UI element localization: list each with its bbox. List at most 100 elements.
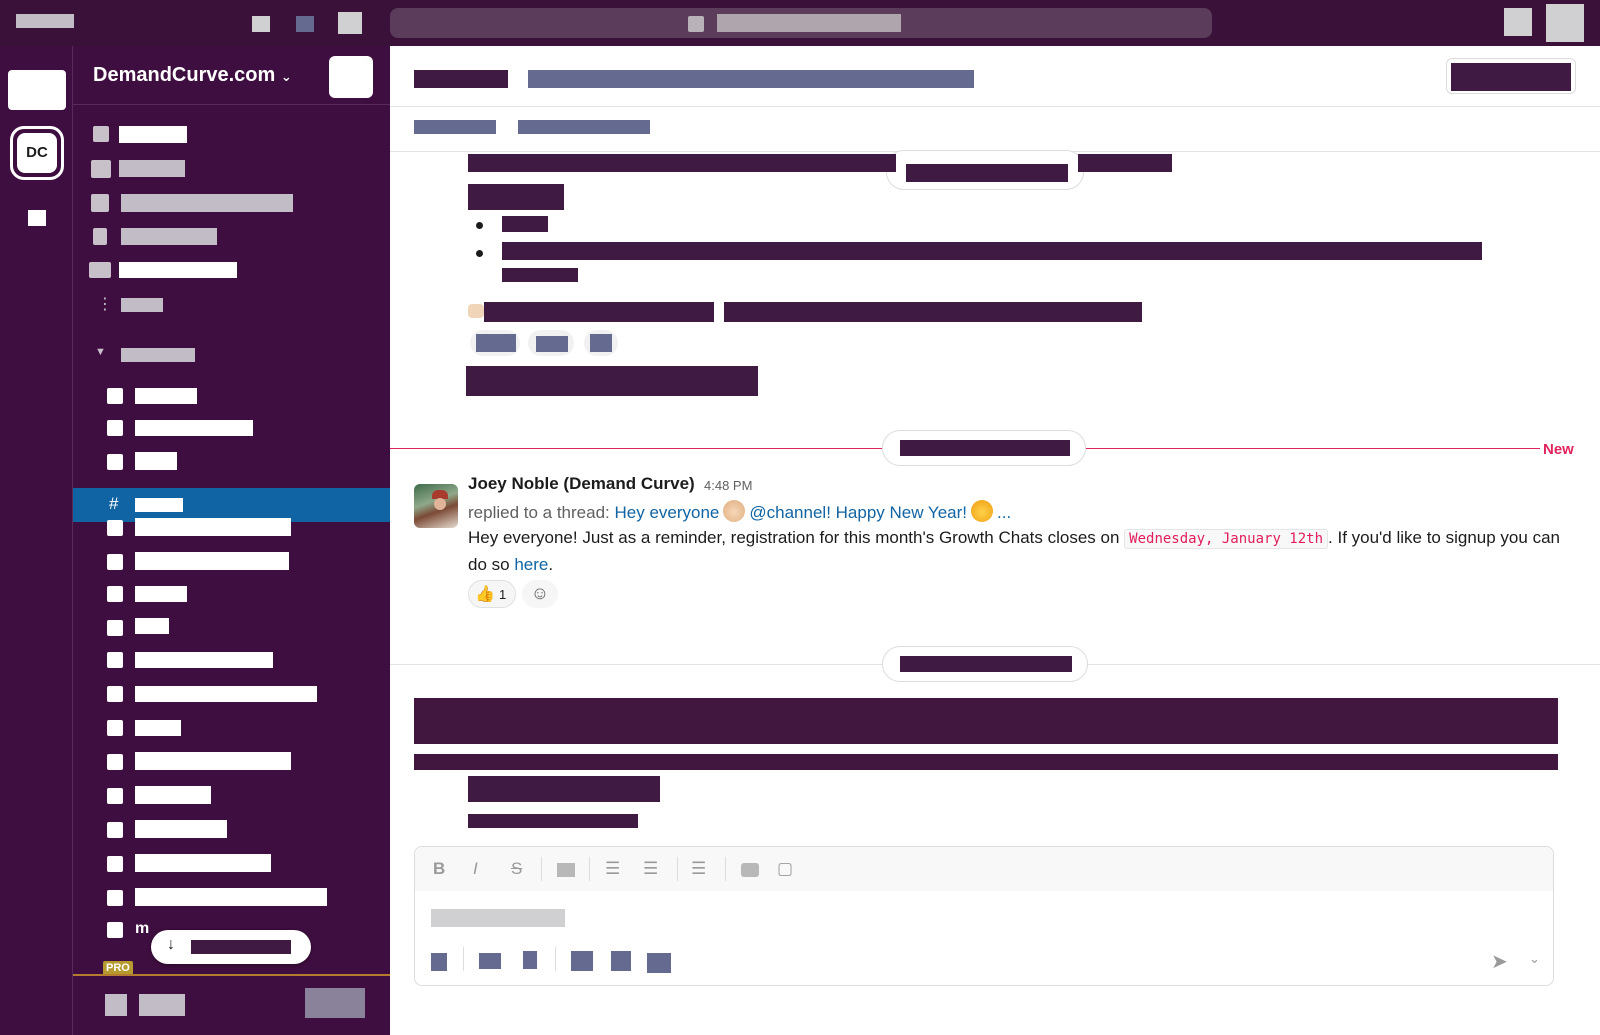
- date-divider-label: [906, 164, 1068, 182]
- channel-icon: [107, 586, 123, 602]
- sidebar-item-more[interactable]: [121, 298, 163, 312]
- add-workspace-icon[interactable]: [28, 210, 46, 226]
- code-block-icon[interactable]: ▢: [777, 859, 793, 879]
- help-icon[interactable]: [1504, 8, 1532, 36]
- members-button[interactable]: [1446, 58, 1576, 94]
- bold-button[interactable]: B: [433, 859, 445, 879]
- add-reaction-button[interactable]: ☺: [522, 580, 558, 608]
- message-timestamp[interactable]: 4:48 PM: [704, 478, 752, 493]
- more-icon[interactable]: ⋮: [97, 294, 113, 314]
- date-divider-label: [900, 656, 1072, 672]
- workspace-icon[interactable]: DC: [10, 126, 64, 180]
- channel-notice-button[interactable]: [468, 776, 660, 802]
- emoji-icon[interactable]: [571, 951, 593, 971]
- sidebar: DemandCurve.com ⌄ ⋮ ▼ # m ↓ PRO: [72, 46, 391, 1035]
- channel-icon: [107, 554, 123, 570]
- italic-button[interactable]: I: [473, 859, 478, 879]
- reaction-chip[interactable]: [470, 330, 520, 356]
- history-forward-icon[interactable]: [296, 16, 314, 32]
- message-author[interactable]: Joey Noble (Demand Curve): [468, 474, 695, 494]
- channel-item[interactable]: [135, 786, 211, 804]
- huddle-label[interactable]: [139, 994, 185, 1016]
- reaction-content: [476, 334, 516, 352]
- sidebar-item-people[interactable]: [119, 262, 237, 278]
- audio-icon[interactable]: [523, 951, 537, 969]
- sidebar-divider: [73, 104, 391, 105]
- channel-item[interactable]: [135, 888, 327, 906]
- channel-item[interactable]: [135, 552, 289, 570]
- channel-mention-link[interactable]: @channel! Happy New Year!: [749, 503, 967, 522]
- channel-item[interactable]: [135, 586, 187, 602]
- link-button[interactable]: [557, 863, 575, 877]
- message-composer[interactable]: B I S ☰ ☰ ☰ ▢ ➤ ⌄: [414, 846, 1554, 986]
- channel-item[interactable]: [135, 720, 181, 736]
- channels-section-header[interactable]: [121, 348, 195, 362]
- channel-item[interactable]: [135, 452, 177, 470]
- send-icon[interactable]: ➤: [1491, 949, 1508, 974]
- avatar-face: [434, 498, 446, 510]
- ordered-list-icon[interactable]: ☰: [605, 859, 620, 879]
- channel-item[interactable]: [135, 518, 291, 536]
- message-input-placeholder[interactable]: [431, 909, 565, 927]
- toolbar-separator: [463, 947, 464, 971]
- list-item-text: [502, 216, 548, 232]
- channel-topic[interactable]: [528, 70, 974, 88]
- message-text-before: Hey everyone! Just as a reminder, regist…: [468, 528, 1125, 547]
- thumbs-up-reaction[interactable]: 👍 1: [468, 580, 516, 608]
- thumbs-up-icon: 👍: [475, 586, 495, 603]
- search-bar[interactable]: [390, 8, 1212, 38]
- sidebar-item-saved[interactable]: [121, 194, 293, 212]
- sidebar-item-channel-browser[interactable]: [121, 228, 217, 245]
- bookmark-item[interactable]: [414, 120, 496, 134]
- mention-icon[interactable]: [611, 951, 631, 971]
- channel-item[interactable]: [135, 618, 169, 634]
- message-text-end: .: [548, 555, 554, 574]
- compose-button[interactable]: [329, 56, 373, 98]
- bookmark-item[interactable]: [518, 120, 650, 134]
- window-controls[interactable]: [16, 14, 74, 28]
- channel-item[interactable]: [135, 686, 317, 702]
- channel-item[interactable]: [135, 752, 291, 770]
- channel-title[interactable]: [414, 70, 508, 88]
- bulleted-list-icon[interactable]: ☰: [643, 859, 658, 879]
- workspace-switcher-tile[interactable]: [8, 70, 66, 110]
- channel-item-partial[interactable]: m: [135, 920, 149, 938]
- channel-item[interactable]: [135, 820, 227, 838]
- channel-item[interactable]: [135, 854, 271, 872]
- video-icon[interactable]: [479, 953, 501, 969]
- sidebar-item-threads[interactable]: [119, 126, 187, 143]
- thread-ellipsis[interactable]: ...: [997, 503, 1011, 522]
- user-avatar[interactable]: [1546, 4, 1584, 42]
- channel-item[interactable]: [135, 388, 197, 404]
- blockquote-icon[interactable]: ☰: [691, 859, 706, 879]
- workspace-initials: DC: [17, 133, 57, 173]
- format-icon[interactable]: [647, 953, 671, 973]
- section-collapse-icon[interactable]: ▼: [95, 346, 106, 358]
- channel-notice-detail: [468, 814, 638, 828]
- reaction-count: 1: [499, 587, 507, 602]
- chevron-down-icon[interactable]: ⌄: [1529, 951, 1540, 967]
- strikethrough-button[interactable]: S: [511, 859, 522, 879]
- code-icon[interactable]: [741, 863, 759, 877]
- signup-link[interactable]: here: [514, 555, 548, 574]
- channel-item[interactable]: [135, 420, 253, 436]
- sidebar-item-mentions[interactable]: [119, 160, 185, 177]
- toolbar-separator: [555, 947, 556, 971]
- jump-to-unread-button[interactable]: ↓: [151, 930, 311, 964]
- channel-item[interactable]: [135, 652, 273, 668]
- history-back-icon[interactable]: [252, 16, 270, 32]
- members-button-content: [1451, 63, 1571, 91]
- thread-replies-link[interactable]: [466, 366, 758, 396]
- history-clock-icon[interactable]: [338, 12, 362, 34]
- huddle-icon[interactable]: [105, 994, 127, 1016]
- pro-badge: PRO: [103, 961, 133, 975]
- reaction-chip[interactable]: [528, 330, 574, 356]
- thread-link[interactable]: Hey everyone: [615, 503, 720, 522]
- attach-icon[interactable]: [431, 953, 447, 971]
- avatar[interactable]: [414, 484, 458, 528]
- workspace-name[interactable]: DemandCurve.com ⌄: [93, 64, 292, 87]
- sidebar-item-active-channel[interactable]: #: [73, 488, 391, 522]
- add-reaction-chip[interactable]: [584, 330, 618, 356]
- list-item-text: [502, 268, 578, 282]
- huddle-toggle[interactable]: [305, 988, 365, 1018]
